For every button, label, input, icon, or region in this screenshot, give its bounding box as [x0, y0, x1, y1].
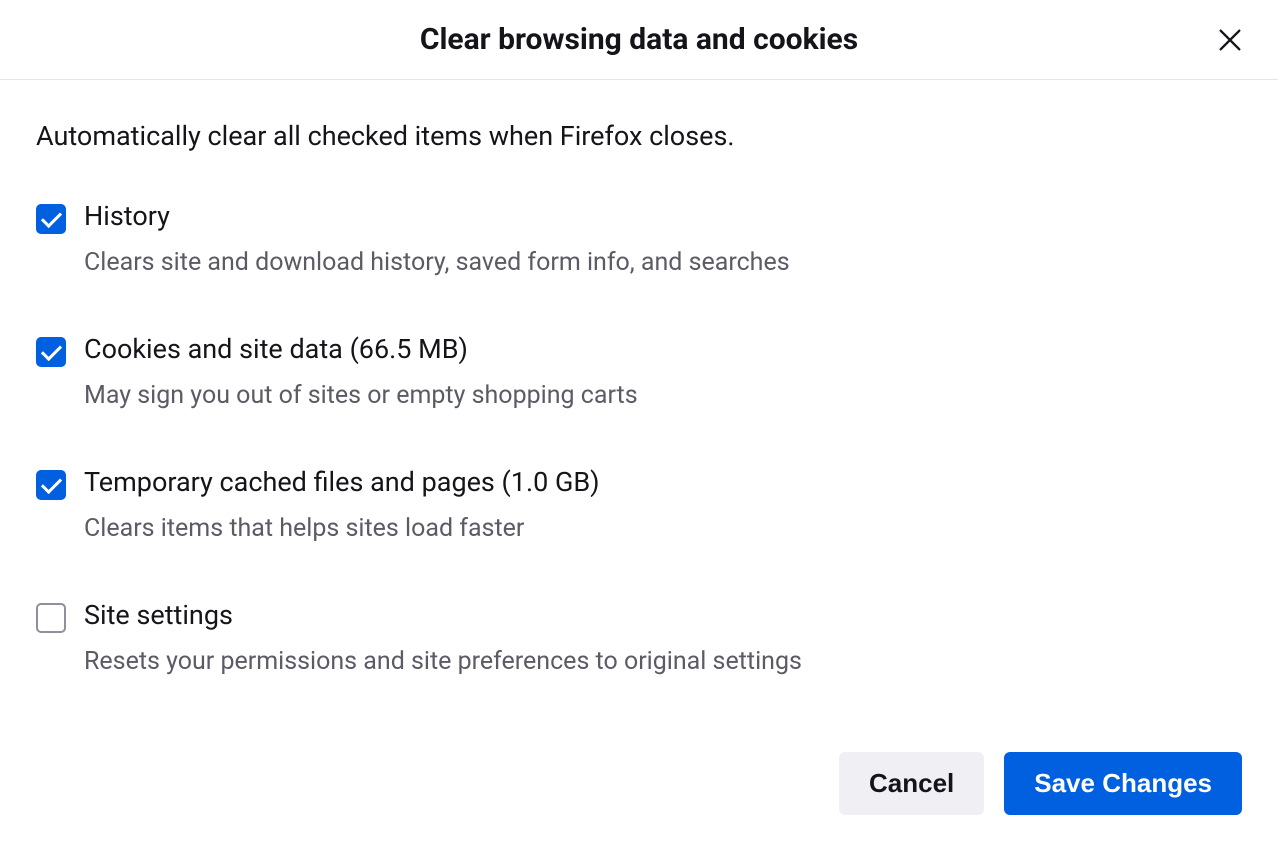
option-cookies: Cookies and site data (66.5 MB) May sign… [36, 333, 1242, 410]
option-label-cookies[interactable]: Cookies and site data (66.5 MB) [84, 333, 1242, 365]
intro-text: Automatically clear all checked items wh… [36, 120, 1242, 152]
cancel-button[interactable]: Cancel [839, 752, 984, 815]
option-description-cache: Clears items that helps sites load faste… [84, 514, 1242, 543]
close-button[interactable] [1210, 20, 1250, 60]
checkbox-history[interactable] [36, 204, 66, 234]
option-history: History Clears site and download history… [36, 200, 1242, 277]
option-site-settings: Site settings Resets your permissions an… [36, 599, 1242, 676]
option-description-history: Clears site and download history, saved … [84, 248, 1242, 277]
save-changes-button[interactable]: Save Changes [1004, 752, 1242, 815]
option-cache: Temporary cached files and pages (1.0 GB… [36, 466, 1242, 543]
checkbox-cookies[interactable] [36, 337, 66, 367]
option-label-cache[interactable]: Temporary cached files and pages (1.0 GB… [84, 466, 1242, 498]
option-label-history[interactable]: History [84, 200, 1242, 232]
checkbox-site-settings[interactable] [36, 603, 66, 633]
checkbox-cache[interactable] [36, 470, 66, 500]
option-description-cookies: May sign you out of sites or empty shopp… [84, 381, 1242, 410]
option-description-site-settings: Resets your permissions and site prefere… [84, 647, 1242, 676]
dialog-footer: Cancel Save Changes [0, 752, 1278, 839]
dialog-title: Clear browsing data and cookies [420, 22, 858, 57]
option-label-site-settings[interactable]: Site settings [84, 599, 1242, 631]
dialog-header: Clear browsing data and cookies [0, 0, 1278, 80]
close-icon [1216, 26, 1244, 54]
dialog-body: Automatically clear all checked items wh… [0, 80, 1278, 752]
